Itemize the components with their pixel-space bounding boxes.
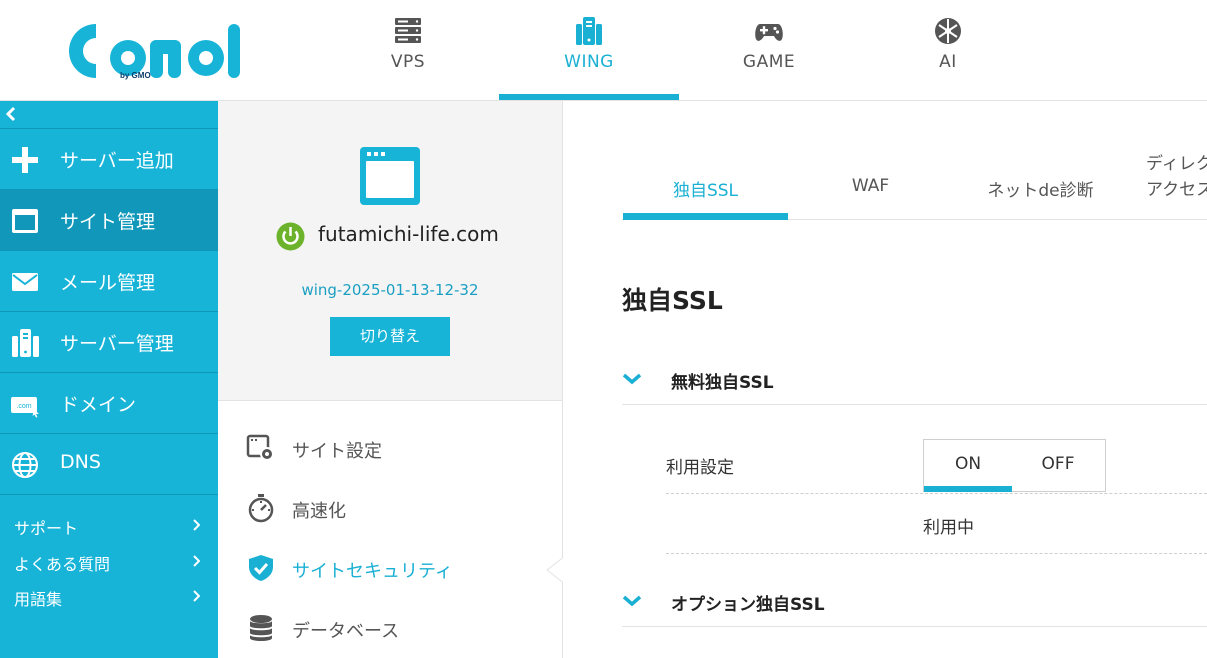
chevron-right-icon: [193, 519, 200, 531]
domain-icon: .com: [11, 397, 39, 418]
sidebar-item-label: メール管理: [60, 272, 156, 294]
chevron-down-icon: [622, 595, 642, 607]
sidebar-item-label: DNS: [60, 451, 101, 473]
tab-directory-access[interactable]: ディレク アクセス: [1146, 140, 1207, 219]
ai-chip-icon: [935, 18, 961, 44]
switch-button[interactable]: 切り替え: [330, 317, 450, 356]
sidebar-link-faq[interactable]: よくある質問: [14, 549, 204, 574]
nav-ai-label: AI: [939, 52, 957, 72]
tab-net-diagnosis[interactable]: ネットde診断: [953, 140, 1128, 219]
tab-label: 独自SSL: [672, 181, 739, 201]
active-menu-pointer: [546, 556, 565, 584]
menu-site-settings[interactable]: サイト設定: [246, 429, 546, 469]
site-summary: futamichi-life.com wing-2025-01-13-12-32…: [218, 101, 562, 401]
chevron-right-icon: [193, 590, 200, 602]
menu-database[interactable]: データベース: [246, 609, 546, 649]
divider: [666, 553, 1207, 554]
browser-window-icon: [12, 209, 38, 233]
sidebar-item-add-server[interactable]: サーバー追加: [0, 129, 218, 190]
chevron-right-icon: [193, 555, 200, 567]
plus-icon: [12, 147, 38, 173]
chevron-down-icon: [622, 373, 642, 385]
tab-label-line1: ディレク: [1146, 154, 1207, 174]
shield-check-icon: [249, 555, 273, 581]
accordion-label: オプション独自SSL: [671, 595, 825, 615]
sidebar-link-glossary[interactable]: 用語集: [14, 584, 204, 609]
nav-vps-label: VPS: [390, 52, 426, 72]
toggle-off-option[interactable]: OFF: [1014, 440, 1102, 491]
tab-label: ネットde診断: [987, 181, 1094, 201]
chevron-left-icon: [5, 106, 16, 122]
sidebar-link-label: よくある質問: [14, 555, 111, 574]
tab-label-line2: アクセス: [1146, 180, 1207, 200]
sidebar-item-label: サイト管理: [60, 211, 156, 233]
sidebar-item-dns[interactable]: DNS: [0, 434, 218, 495]
site-panel: futamichi-life.com wing-2025-01-13-12-32…: [218, 101, 563, 658]
tab-label: WAF: [851, 176, 890, 196]
sidebar-item-server-management[interactable]: サーバー管理: [0, 312, 218, 373]
ssl-tabs: 独自SSL WAF ネットde診断 ディレク アクセス: [622, 140, 1207, 220]
database-icon: [250, 615, 272, 641]
nav-vps[interactable]: VPS: [318, 0, 498, 100]
sidebar-item-mail-management[interactable]: メール管理: [0, 251, 218, 312]
sidebar-link-support[interactable]: サポート: [14, 513, 204, 538]
accordion-label: 無料独自SSL: [671, 373, 774, 393]
sidebar-link-label: サポート: [14, 519, 79, 538]
site-domain: futamichi-life.com: [318, 222, 499, 246]
accordion-option-ssl[interactable]: オプション独自SSL: [622, 577, 1207, 627]
menu-speedup[interactable]: 高速化: [246, 489, 546, 529]
nav-wing-label: WING: [564, 52, 614, 72]
power-status-icon: [276, 222, 305, 251]
sidebar-link-label: 用語集: [14, 590, 63, 609]
toggle-on-option[interactable]: ON: [924, 440, 1012, 492]
server-stack-icon: [395, 18, 421, 43]
sidebar-item-domain[interactable]: .com ドメイン: [0, 373, 218, 434]
gamepad-icon: [755, 24, 783, 41]
sidebar-item-site-management[interactable]: サイト管理: [0, 190, 218, 251]
menu-item-label: 高速化: [292, 501, 346, 522]
sidebar-collapse-button[interactable]: [0, 101, 218, 129]
domain-icon-text: .com: [16, 403, 31, 410]
menu-item-label: データベース: [292, 621, 400, 642]
wing-server-icon: [576, 17, 602, 45]
stopwatch-icon: [248, 494, 274, 523]
plan-name[interactable]: wing-2025-01-13-12-32: [218, 281, 562, 299]
logo-sub-text: by GMO: [120, 71, 151, 80]
sidebar-item-label: ドメイン: [60, 394, 137, 416]
top-header: by GMO VPS WING GAME AI: [0, 0, 1207, 101]
mail-icon: [12, 273, 38, 291]
nav-game-label: GAME: [742, 52, 796, 72]
conoha-logo[interactable]: by GMO: [58, 18, 250, 84]
menu-site-security[interactable]: サイトセキュリティ: [246, 549, 546, 589]
setting-label: 利用設定: [666, 458, 734, 478]
sidebar-item-label: サーバー追加: [60, 150, 174, 172]
nav-game[interactable]: GAME: [679, 0, 859, 100]
page-title: 独自SSL: [622, 286, 723, 315]
browser-window-icon: [360, 147, 420, 205]
nav-wing[interactable]: WING: [499, 0, 679, 100]
globe-icon: [12, 452, 38, 478]
menu-item-label: サイトセキュリティ: [292, 561, 453, 582]
tab-ssl[interactable]: 独自SSL: [623, 140, 788, 220]
accordion-free-ssl[interactable]: 無料独自SSL: [622, 355, 1207, 405]
divider: [666, 493, 1207, 494]
site-settings-icon: [246, 434, 274, 461]
nav-ai[interactable]: AI: [858, 0, 1038, 100]
status-text: 利用中: [923, 518, 974, 538]
menu-item-label: サイト設定: [292, 441, 382, 462]
ssl-toggle: ON OFF: [923, 439, 1106, 492]
tab-waf[interactable]: WAF: [788, 140, 953, 219]
left-sidebar: サーバー追加 サイト管理 メール管理 サーバー管理 .com ドメイン DNS …: [0, 101, 218, 658]
server-icon: [12, 329, 39, 357]
sidebar-item-label: サーバー管理: [60, 333, 174, 355]
